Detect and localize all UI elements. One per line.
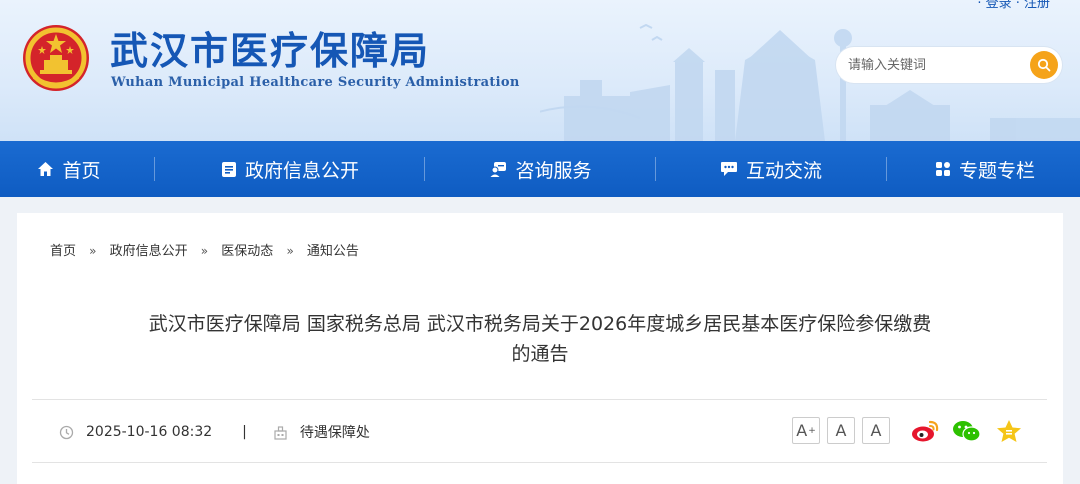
breadcrumb-news[interactable]: 医保动态 — [221, 244, 273, 259]
search-input[interactable] — [848, 53, 1018, 77]
breadcrumb-separator: » — [200, 244, 209, 258]
main-nav: 首页 政府信息公开 咨询服务 互动交流 专题专栏 — [0, 141, 1080, 197]
search-icon — [1037, 58, 1051, 72]
nav-label: 互动交流 — [745, 159, 822, 182]
nav-item-special-topics[interactable]: 专题专栏 — [890, 141, 1080, 197]
site-header: 武汉市医疗保障局 Wuhan Municipal Healthcare Secu… — [0, 0, 1080, 141]
wechat-icon[interactable] — [952, 419, 982, 443]
font-size-large-button[interactable]: A + — [792, 417, 820, 444]
nav-item-gov-info[interactable]: 政府信息公开 — [160, 141, 420, 197]
site-subtitle: Wuhan Municipal Healthcare Security Admi… — [111, 75, 520, 90]
consult-icon — [490, 161, 507, 177]
nav-item-interaction[interactable]: 互动交流 — [660, 141, 882, 197]
chat-icon — [720, 162, 737, 176]
document-icon — [221, 161, 236, 177]
site-title: 武汉市医疗保障局 — [110, 29, 431, 73]
font-size-small-label: A — [870, 421, 882, 440]
nav-label: 首页 — [62, 159, 101, 182]
font-size-medium-button[interactable]: A — [827, 417, 855, 444]
nav-divider — [655, 157, 656, 181]
article-title-line: 武汉市医疗保障局 国家税务总局 武汉市税务局关于2026年度城乡居民基本医疗保险… — [148, 313, 932, 335]
search-box — [836, 47, 1062, 83]
grid-icon — [935, 162, 950, 176]
clock-icon — [59, 425, 74, 439]
divider — [32, 399, 1047, 400]
meta-separator: | — [242, 424, 247, 440]
divider — [32, 462, 1047, 463]
nav-item-home[interactable]: 首页 — [0, 141, 138, 197]
font-size-medium-label: A — [835, 421, 847, 440]
font-size-large-sup: + — [808, 425, 816, 436]
nav-divider — [886, 157, 887, 181]
department-icon — [274, 425, 287, 440]
top-links[interactable]: · 登录 · 注册 — [977, 0, 1050, 11]
home-icon — [38, 162, 54, 176]
breadcrumb-separator: » — [286, 244, 294, 258]
publish-date: 2025-10-16 08:32 — [86, 424, 213, 440]
national-emblem-logo — [23, 25, 89, 91]
article-meta: 2025-10-16 08:32 | 待遇保障处 — [59, 421, 370, 443]
font-size-large-label: A — [796, 421, 808, 440]
nav-label: 专题专栏 — [958, 159, 1035, 182]
nav-item-consult[interactable]: 咨询服务 — [428, 141, 654, 197]
article-panel: 首页 » 政府信息公开 » 医保动态 » 通知公告 武汉市医疗保障局 国家税务总… — [17, 213, 1063, 484]
favorite-star-icon[interactable] — [994, 419, 1024, 443]
nav-label: 咨询服务 — [515, 159, 592, 182]
nav-divider — [154, 157, 155, 181]
search-button[interactable] — [1030, 51, 1058, 79]
article-title-line: 的通告 — [511, 343, 569, 365]
breadcrumb: 首页 » 政府信息公开 » 医保动态 » 通知公告 — [50, 240, 359, 259]
breadcrumb-home[interactable]: 首页 — [50, 244, 76, 259]
weibo-icon[interactable] — [910, 419, 940, 443]
article-title: 武汉市医疗保障局 国家税务总局 武汉市税务局关于2026年度城乡居民基本医疗保险… — [87, 309, 993, 369]
font-size-small-button[interactable]: A — [862, 417, 890, 444]
source-department: 待遇保障处 — [299, 425, 370, 441]
breadcrumb-notices[interactable]: 通知公告 — [307, 244, 359, 259]
breadcrumb-separator: » — [89, 244, 97, 258]
breadcrumb-gov-info[interactable]: 政府信息公开 — [110, 244, 188, 259]
nav-divider — [424, 157, 425, 181]
nav-label: 政府信息公开 — [244, 159, 359, 182]
